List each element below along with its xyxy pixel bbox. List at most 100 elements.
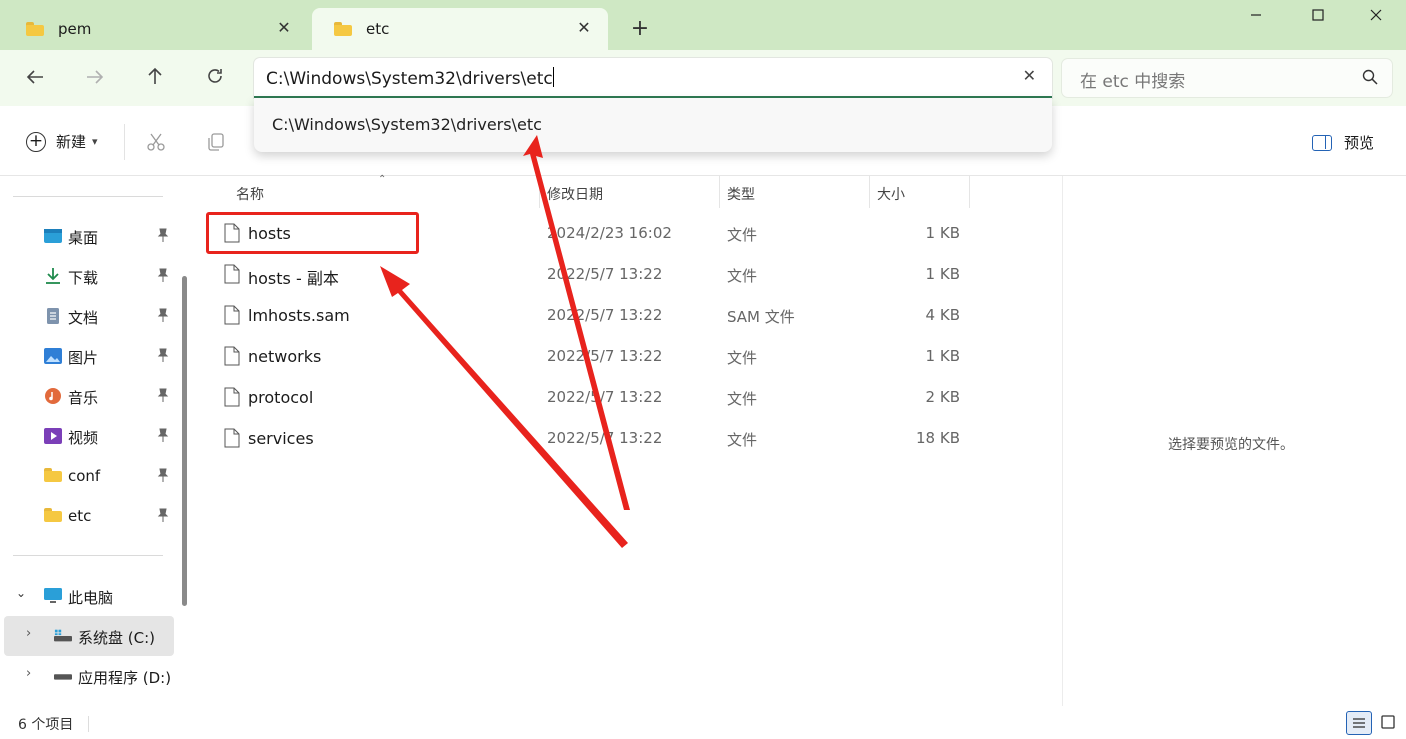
- sidebar-item-conf[interactable]: conf: [0, 456, 176, 496]
- file-row-services[interactable]: services 2022/5/7 13:22 文件 18 KB: [204, 419, 974, 459]
- new-tab-button[interactable]: +: [626, 16, 654, 44]
- file-date: 2022/5/7 13:22: [547, 306, 663, 324]
- chevron-down-icon: ▾: [92, 135, 98, 148]
- maximize-button[interactable]: [1296, 2, 1340, 32]
- sidebar-divider: [13, 196, 163, 197]
- chevron-right-icon[interactable]: ›: [26, 626, 31, 641]
- file-type: 文件: [727, 390, 758, 408]
- sidebar-item-downloads[interactable]: 下载: [0, 256, 176, 296]
- forward-button[interactable]: [80, 64, 110, 92]
- new-button[interactable]: + 新建 ▾: [26, 131, 98, 152]
- sidebar-item-documents[interactable]: 文档: [0, 296, 176, 336]
- sidebar-item-drive-d[interactable]: › 应用程序 (D:): [0, 656, 176, 696]
- sidebar-item-label: 图片: [68, 349, 99, 367]
- pin-icon[interactable]: [157, 228, 169, 242]
- sidebar-item-label: 音乐: [68, 389, 99, 407]
- pin-icon[interactable]: [157, 508, 169, 522]
- preview-message: 选择要预览的文件。: [1168, 437, 1294, 453]
- file-row-hosts-copy[interactable]: hosts - 副本 2022/5/7 13:22 文件 1 KB: [204, 255, 974, 295]
- pin-icon[interactable]: [157, 308, 169, 322]
- column-divider[interactable]: [869, 176, 870, 208]
- file-list: ⌃ 名称 修改日期 类型 大小 hosts 2024/2/23 16:02 文件…: [196, 174, 1062, 706]
- file-size: 18 KB: [916, 429, 960, 447]
- chevron-right-icon[interactable]: ›: [26, 666, 31, 681]
- file-size: 1 KB: [925, 265, 960, 283]
- close-window-button[interactable]: [1354, 2, 1398, 32]
- file-date: 2022/5/7 13:22: [547, 388, 663, 406]
- close-tab-icon[interactable]: ✕: [274, 18, 294, 38]
- chevron-down-icon[interactable]: ⌄: [16, 586, 26, 600]
- folder-icon: [26, 22, 44, 36]
- tab-label: pem: [58, 20, 92, 38]
- navigation-pane: 桌面 下载 文档 图片 音乐 视频 conf etc ⌄ 此电脑 › 系统盘 (…: [0, 176, 194, 706]
- pin-icon[interactable]: [157, 268, 169, 282]
- column-divider[interactable]: [719, 176, 720, 208]
- sidebar-item-this-pc[interactable]: ⌄ 此电脑: [0, 576, 176, 616]
- computer-icon: [44, 588, 62, 603]
- sort-ascending-icon: ⌃: [378, 174, 387, 185]
- up-button[interactable]: [140, 64, 170, 92]
- search-icon: [1362, 69, 1378, 85]
- file-size: 1 KB: [925, 347, 960, 365]
- tiles-view-button[interactable]: [1376, 711, 1402, 735]
- sidebar-item-music[interactable]: 音乐: [0, 376, 176, 416]
- cut-icon[interactable]: [146, 132, 166, 152]
- column-header-name[interactable]: 名称: [236, 184, 264, 204]
- minimize-icon: [1251, 14, 1261, 16]
- status-divider: [88, 716, 89, 732]
- details-view-button[interactable]: [1346, 711, 1372, 735]
- file-row-lmhosts[interactable]: lmhosts.sam 2022/5/7 13:22 SAM 文件 4 KB: [204, 296, 974, 336]
- sidebar-item-etc[interactable]: etc: [0, 496, 176, 536]
- column-divider[interactable]: [969, 176, 970, 208]
- column-divider[interactable]: [539, 176, 540, 208]
- file-row-protocol[interactable]: protocol 2022/5/7 13:22 文件 2 KB: [204, 378, 974, 418]
- back-button[interactable]: [20, 64, 50, 92]
- refresh-button[interactable]: [200, 64, 230, 92]
- copy-icon[interactable]: [206, 132, 226, 152]
- address-suggestion-dropdown: C:\Windows\System32\drivers\etc: [254, 98, 1052, 152]
- search-input[interactable]: 在 etc 中搜索: [1062, 59, 1392, 97]
- sidebar-item-label: 桌面: [68, 229, 99, 247]
- sidebar-item-label: conf: [68, 467, 101, 485]
- sidebar-item-label: 文档: [68, 309, 99, 327]
- pin-icon[interactable]: [157, 348, 169, 362]
- address-input[interactable]: C:\Windows\System32\drivers\etc ✕: [254, 58, 1052, 98]
- column-header-size[interactable]: 大小: [877, 184, 905, 204]
- arrow-left-icon: [26, 70, 43, 84]
- clear-address-icon[interactable]: ✕: [1023, 66, 1036, 85]
- pin-icon[interactable]: [157, 468, 169, 482]
- preview-pane-button[interactable]: 预览: [1312, 132, 1374, 153]
- pin-icon[interactable]: [157, 388, 169, 402]
- column-header-type[interactable]: 类型: [727, 184, 755, 204]
- close-tab-icon[interactable]: ✕: [574, 18, 594, 38]
- close-icon: [1370, 9, 1382, 21]
- sidebar-item-videos[interactable]: 视频: [0, 416, 176, 456]
- minimize-button[interactable]: [1234, 2, 1278, 32]
- search-placeholder: 在 etc 中搜索: [1080, 72, 1186, 92]
- sidebar-divider: [13, 555, 163, 556]
- folder-icon: [44, 508, 62, 524]
- file-row-networks[interactable]: networks 2022/5/7 13:22 文件 1 KB: [204, 337, 974, 377]
- address-suggestion-item[interactable]: C:\Windows\System32\drivers\etc: [272, 115, 542, 134]
- file-icon: [224, 387, 240, 407]
- folder-icon: [334, 22, 352, 36]
- preview-pane: 选择要预览的文件。: [1062, 176, 1406, 706]
- sidebar-scrollbar[interactable]: [182, 276, 187, 606]
- arrow-up-icon: [148, 67, 162, 84]
- tab-etc[interactable]: etc ✕: [312, 8, 608, 50]
- sidebar-item-drive-c[interactable]: › 系统盘 (C:): [4, 616, 174, 656]
- column-header-date[interactable]: 修改日期: [547, 184, 603, 204]
- sidebar-item-label: 系统盘 (C:): [78, 629, 155, 647]
- sidebar-item-desktop[interactable]: 桌面: [0, 216, 176, 256]
- sidebar-item-label: 下载: [68, 269, 99, 287]
- maximize-icon: [1312, 9, 1324, 21]
- file-name: networks: [248, 347, 322, 366]
- preview-label: 预览: [1344, 134, 1375, 152]
- toolbar-divider: [124, 124, 125, 160]
- refresh-icon: [208, 69, 222, 83]
- sidebar-item-pictures[interactable]: 图片: [0, 336, 176, 376]
- new-label: 新建: [56, 133, 87, 151]
- tab-pem[interactable]: pem ✕: [4, 8, 308, 50]
- file-icon: [224, 346, 240, 366]
- pin-icon[interactable]: [157, 428, 169, 442]
